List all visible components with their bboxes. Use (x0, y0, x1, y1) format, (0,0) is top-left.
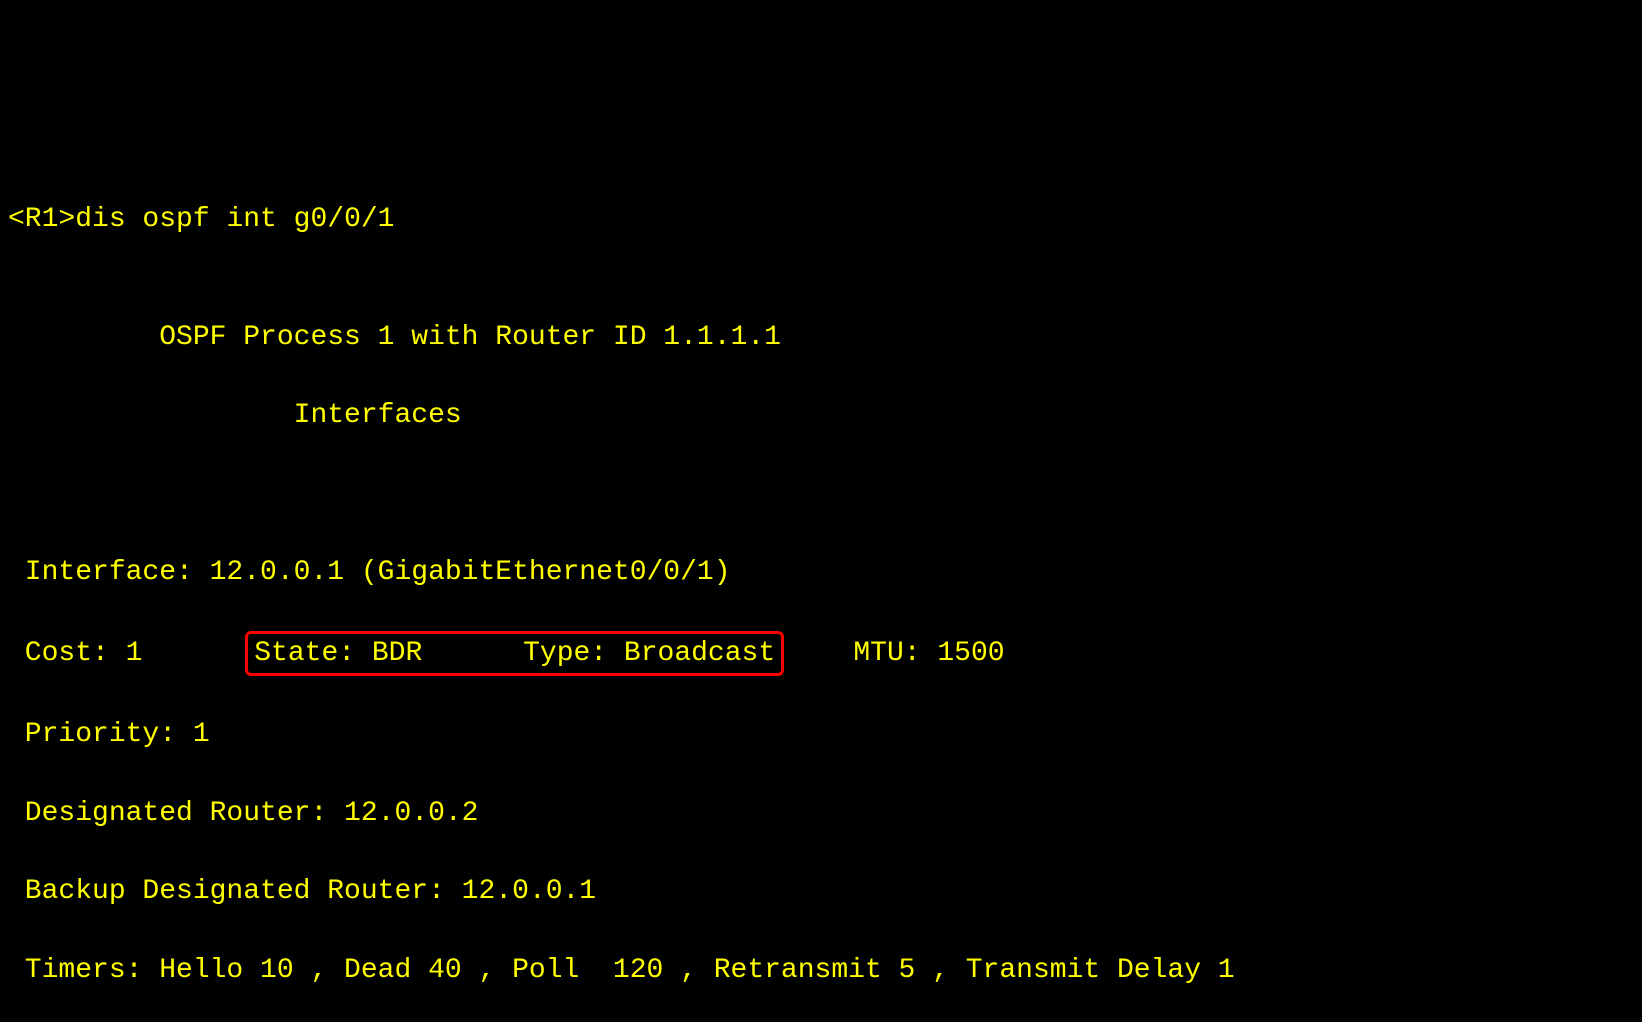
timers-line: Timers: Hello 10 , Dead 40 , Poll 120 , … (8, 951, 1634, 990)
prompt: <R1> (8, 204, 75, 235)
command-text: dis ospf int g0/0/1 (75, 204, 394, 235)
terminal-output: <R1>dis ospf int g0/0/1 OSPF Process 1 w… (8, 161, 1634, 1022)
ospf-header: OSPF Process 1 with Router ID 1.1.1.1 (8, 318, 1634, 357)
command-line: <R1>dis ospf int g0/0/1 (8, 200, 1634, 239)
bdr-line: Backup Designated Router: 12.0.0.1 (8, 872, 1634, 911)
priority-line: Priority: 1 (8, 715, 1634, 754)
mtu-text: MTU: 1500 (786, 638, 1004, 669)
interface-line: Interface: 12.0.0.1 (GigabitEthernet0/0/… (8, 553, 1634, 592)
cost-state-line: Cost: 1 State: BDR Type: Broadcast MTU: … (8, 631, 1634, 676)
highlight-box: State: BDR Type: Broadcast (245, 631, 784, 676)
ospf-subheader: Interfaces (8, 396, 1634, 435)
cost-text: Cost: 1 (8, 638, 243, 669)
dr-line: Designated Router: 12.0.0.2 (8, 794, 1634, 833)
state-type-text: State: BDR Type: Broadcast (254, 638, 775, 669)
